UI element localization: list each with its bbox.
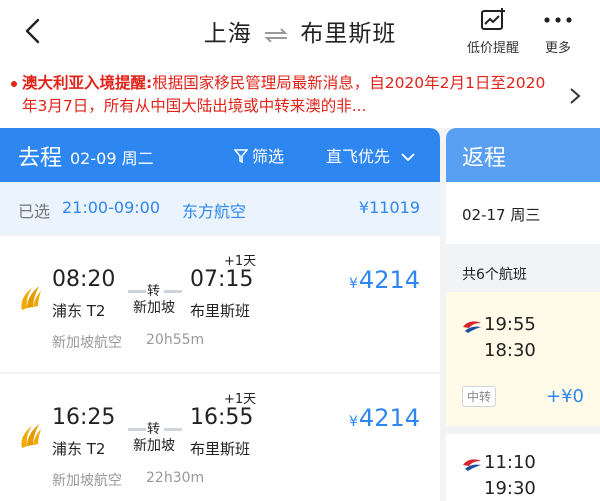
price-value: 4214 <box>358 404 420 432</box>
china-eastern-logo-icon <box>463 321 481 333</box>
route-line <box>128 290 146 293</box>
airline-name: 新加坡航空 <box>52 473 122 489</box>
arrival-airport: 布里斯班 <box>190 440 251 458</box>
arrival-time: 16:55 <box>190 405 254 430</box>
return-date: 02-17 周三 <box>462 206 541 224</box>
price-difference: +¥0 <box>546 386 584 407</box>
selected-time: 21:00-09:00 <box>62 198 160 217</box>
transfer-city: 新加坡 <box>133 438 175 454</box>
flight-card[interactable]: 16:25 +1天 转 16:55 浦东 T2 新加坡 布里斯班 新加坡航空 2… <box>0 374 440 501</box>
transfer-tag: 中转 <box>462 386 497 407</box>
more-button[interactable]: 更多 <box>536 8 580 56</box>
filter-icon <box>233 149 249 164</box>
price-value: 4214 <box>358 266 420 294</box>
arrival-airport: 布里斯班 <box>190 302 251 320</box>
outbound-label: 去程 <box>18 146 63 171</box>
notice-title: 澳大利亚入境提醒: <box>22 74 153 92</box>
sort-label: 直飞优先 <box>326 147 391 166</box>
singapore-airlines-logo-icon <box>21 286 41 310</box>
destination-city: 布里斯班 <box>300 21 397 47</box>
selected-flight-bar[interactable]: 已选 21:00-09:00 东方航空 ¥11019 <box>0 182 440 234</box>
currency-symbol: ¥ <box>349 276 358 292</box>
return-flight-card[interactable]: 11:10 19:30 <box>446 434 600 501</box>
notice-dot-icon <box>11 81 17 87</box>
outbound-header: 去程 02-09 周二 筛选 直飞优先 <box>0 128 440 182</box>
flight-price: ¥4214 <box>349 266 420 294</box>
return-label: 返程 <box>462 146 507 171</box>
filter-label: 筛选 <box>252 147 285 166</box>
notice-text: 澳大利亚入境提醒:根据国家移民管理局最新消息，自2020年2月1日至2020年3… <box>10 72 560 118</box>
outbound-date[interactable]: 02-09 周二 <box>70 145 154 169</box>
china-eastern-logo-icon <box>463 459 481 471</box>
chart-alert-icon <box>481 8 505 30</box>
entry-notice-banner[interactable]: 澳大利亚入境提醒:根据国家移民管理局最新消息，自2020年2月1日至2020年3… <box>0 64 600 128</box>
more-label: 更多 <box>544 41 571 56</box>
top-nav-bar: 上海 布里斯班 低价提醒 更多 <box>0 0 600 64</box>
filter-button[interactable]: 筛选 <box>233 143 285 167</box>
departure-time: 16:25 <box>52 405 116 430</box>
return-flight-count: 共6个航班 <box>446 256 600 290</box>
sort-dropdown[interactable]: 直飞优先 <box>326 143 415 167</box>
more-dots-icon <box>544 17 572 23</box>
currency-symbol: ¥ <box>349 414 358 430</box>
round-trip-icon <box>264 27 288 42</box>
flight-count-label: 共6个航班 <box>462 267 527 283</box>
transfer-city: 新加坡 <box>133 300 175 316</box>
departure-airport: 浦东 T2 <box>52 440 106 458</box>
return-date-box[interactable]: 02-17 周三 <box>446 182 600 244</box>
return-departure-time: 11:10 <box>484 452 536 473</box>
price-alert-button[interactable]: 低价提醒 <box>460 8 526 56</box>
flight-duration: 20h55m <box>146 332 205 348</box>
return-flight-card-selected[interactable]: 19:55 18:30 中转 +¥0 <box>446 292 600 426</box>
origin-city: 上海 <box>203 21 252 47</box>
selected-price: ¥11019 <box>358 198 420 217</box>
route-line <box>128 428 146 431</box>
selected-prefix: 已选 <box>18 202 51 221</box>
departure-airport: 浦东 T2 <box>52 302 106 320</box>
arrival-time: 07:15 <box>190 267 254 292</box>
singapore-airlines-logo-icon <box>21 424 41 448</box>
selected-airline: 东方航空 <box>182 202 247 221</box>
chevron-right-icon[interactable] <box>568 86 582 106</box>
flight-card[interactable]: 08:20 +1天 转 07:15 浦东 T2 新加坡 布里斯班 新加坡航空 2… <box>0 236 440 372</box>
flight-duration: 22h30m <box>146 470 205 486</box>
return-departure-time: 19:55 <box>484 314 536 335</box>
chevron-down-icon <box>401 153 415 162</box>
return-arrival-time: 18:30 <box>484 340 536 361</box>
route-line <box>164 290 182 293</box>
airline-name: 新加坡航空 <box>52 335 122 351</box>
flight-price: ¥4214 <box>349 404 420 432</box>
return-arrival-time: 19:30 <box>484 478 536 499</box>
return-header[interactable]: 返程 <box>446 128 600 182</box>
departure-time: 08:20 <box>52 267 116 292</box>
price-alert-label: 低价提醒 <box>466 41 519 56</box>
route-line <box>164 428 182 431</box>
